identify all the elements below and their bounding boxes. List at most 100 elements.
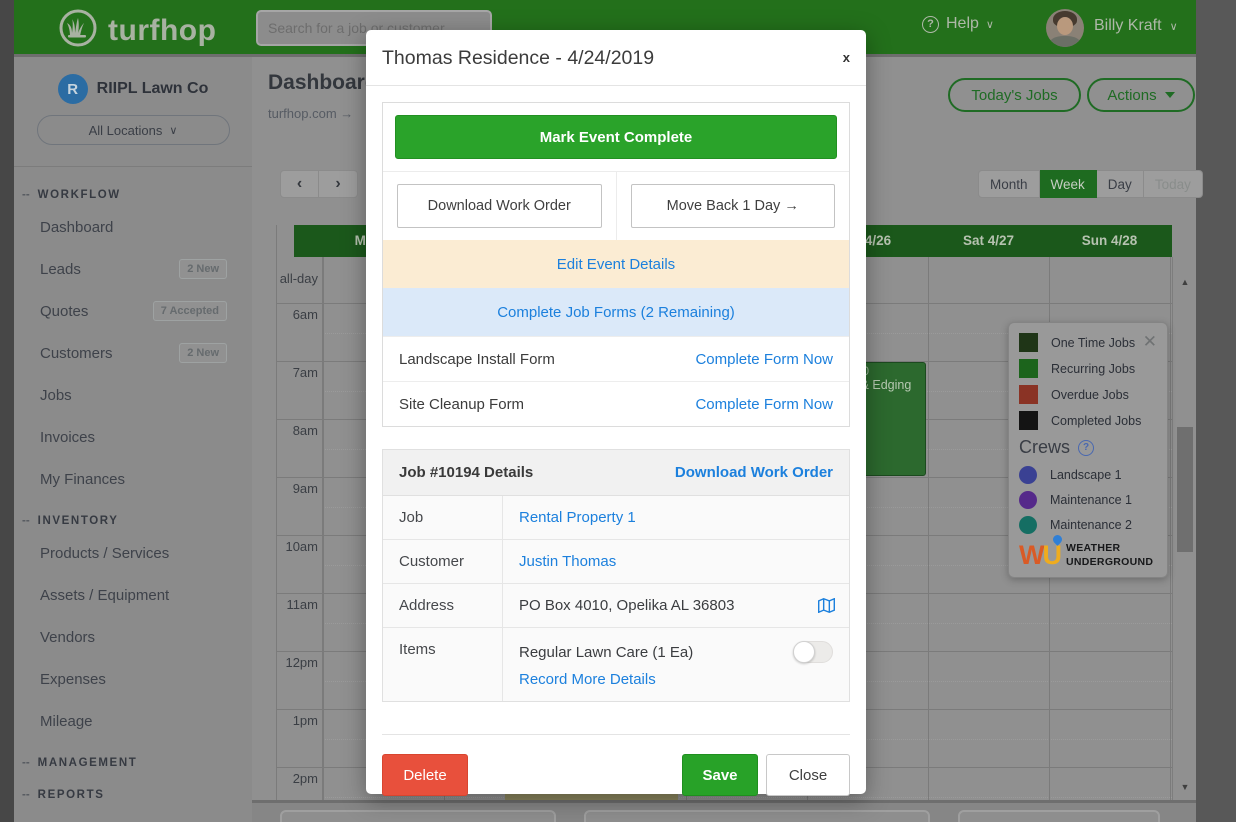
page-left-margin (0, 0, 14, 822)
download-work-order-link[interactable]: Download Work Order (675, 464, 833, 481)
crews-title: Crews? (1019, 437, 1167, 458)
next-week-button[interactable]: › (319, 170, 358, 198)
section-management[interactable]: --MANAGEMENT (14, 743, 252, 775)
scroll-up-icon[interactable]: ▲ (1173, 277, 1197, 287)
sidebar-item-invoices[interactable]: Invoices (14, 417, 252, 459)
bottom-panel (252, 803, 1196, 822)
sidebar-item-expenses[interactable]: Expenses (14, 659, 252, 701)
bottom-slot-box (584, 810, 930, 822)
help-label: Help (946, 15, 979, 33)
item-value: Regular Lawn Care (1 Ea) (519, 644, 693, 661)
location-selector[interactable]: All Locations ∨ (37, 115, 230, 145)
maintenance-2-dot (1019, 516, 1037, 534)
company-avatar: R (58, 74, 88, 104)
job-form-row: Landscape Install Form Complete Form Now (383, 336, 849, 381)
customers-badge: 2 New (179, 343, 227, 363)
toggle-knob (793, 641, 815, 663)
job-form-row: Site Cleanup Form Complete Form Now (383, 381, 849, 426)
todays-jobs-button[interactable]: Today's Jobs (948, 78, 1081, 112)
crews-help-icon[interactable]: ? (1078, 440, 1094, 456)
view-month-button[interactable]: Month (978, 170, 1040, 198)
help-menu[interactable]: ? Help ∨ (922, 15, 994, 33)
bottom-slot-box (280, 810, 556, 822)
company-name: RIIPL Lawn Co (97, 80, 209, 98)
section-inventory: --INVENTORY (14, 501, 252, 533)
user-menu[interactable]: Billy Kraft ∨ (1094, 17, 1178, 35)
crew-item: Landscape 1 (1019, 466, 1167, 484)
sidebar-item-quotes[interactable]: Quotes7 Accepted (14, 291, 252, 333)
table-row-customer: Customer Justin Thomas (383, 540, 849, 584)
job-link[interactable]: Rental Property 1 (519, 509, 636, 526)
calendar-scrollbar[interactable]: ▲ ▼ (1172, 257, 1196, 800)
sidebar-item-vendors[interactable]: Vendors (14, 617, 252, 659)
section-reports[interactable]: --REPORTS (14, 775, 252, 807)
calendar-nav: ‹ › (280, 170, 358, 198)
form-name: Site Cleanup Form (399, 396, 524, 413)
table-row-address: Address PO Box 4010, Opelika AL 36803 (383, 584, 849, 628)
legend-item: Overdue Jobs (1019, 385, 1167, 404)
sidebar-item-my-finances[interactable]: My Finances (14, 459, 252, 501)
location-selector-label: All Locations (89, 123, 163, 138)
record-more-details-link[interactable]: Record More Details (519, 671, 656, 688)
sidebar-item-jobs[interactable]: Jobs (14, 375, 252, 417)
wu-mark-icon: WU (1019, 542, 1060, 569)
item-toggle[interactable] (793, 641, 833, 663)
brand-name: turfhop (108, 14, 216, 48)
sidebar-item-leads[interactable]: Leads2 New (14, 249, 252, 291)
modal-close-icon[interactable]: x (843, 50, 850, 65)
one-time-jobs-swatch (1019, 333, 1038, 352)
all-day-label: all-day (276, 271, 318, 286)
view-week-button[interactable]: Week (1040, 170, 1097, 198)
view-today-button[interactable]: Today (1144, 170, 1203, 198)
form-name: Landscape Install Form (399, 351, 555, 368)
brand-logo[interactable]: turfhop (58, 8, 216, 53)
sidebar-item-dashboard[interactable]: Dashboard (14, 207, 252, 249)
chevron-down-icon: ∨ (1170, 20, 1178, 33)
user-name: Billy Kraft (1094, 17, 1162, 35)
actions-button[interactable]: Actions (1087, 78, 1195, 112)
scrollbar-thumb[interactable] (1177, 427, 1193, 552)
day-header-sat[interactable]: Sat 4/27 (928, 225, 1049, 257)
scroll-down-icon[interactable]: ▼ (1173, 782, 1197, 792)
legend-item: Recurring Jobs (1019, 359, 1167, 378)
delete-button[interactable]: Delete (382, 754, 468, 796)
address-value: PO Box 4010, Opelika AL 36803 (519, 597, 734, 614)
complete-form-now-link[interactable]: Complete Form Now (695, 351, 833, 368)
quotes-badge: 7 Accepted (153, 301, 227, 321)
complete-job-forms-link[interactable]: Complete Job Forms (2 Remaining) (497, 304, 735, 321)
turfhop-grass-icon (58, 8, 98, 53)
completed-jobs-swatch (1019, 411, 1038, 430)
legend-card: ✕ One Time Jobs Recurring Jobs Overdue J… (1008, 322, 1168, 578)
download-work-order-button[interactable]: Download Work Order (397, 184, 602, 228)
company-header[interactable]: R RIIPL Lawn Co (14, 74, 252, 104)
grid-column-line (323, 257, 324, 800)
overdue-jobs-swatch (1019, 385, 1038, 404)
calendar-view-switcher: Month Week Day Today (978, 170, 1203, 198)
recurring-jobs-swatch (1019, 359, 1038, 378)
edit-event-details-link[interactable]: Edit Event Details (557, 256, 675, 273)
mark-event-complete-button[interactable]: Mark Event Complete (395, 115, 837, 159)
view-day-button[interactable]: Day (1097, 170, 1144, 198)
leads-badge: 2 New (179, 259, 227, 279)
avatar-face (1057, 17, 1073, 35)
help-question-icon: ? (922, 16, 939, 33)
legend-item: Completed Jobs (1019, 411, 1167, 430)
save-button[interactable]: Save (682, 754, 758, 796)
breadcrumb[interactable]: turfhop.com → (268, 106, 353, 121)
map-icon[interactable] (818, 598, 835, 617)
page-title: Dashboard (268, 71, 378, 95)
close-button[interactable]: Close (766, 754, 850, 796)
modal-title: Thomas Residence - 4/24/2019 (382, 47, 654, 69)
customer-link[interactable]: Justin Thomas (519, 553, 616, 570)
sidebar-item-products-services[interactable]: Products / Services (14, 533, 252, 575)
day-header-sun[interactable]: Sun 4/28 (1049, 225, 1170, 257)
prev-week-button[interactable]: ‹ (280, 170, 319, 198)
user-avatar[interactable] (1046, 9, 1084, 47)
legend-close-icon[interactable]: ✕ (1143, 333, 1157, 350)
complete-form-now-link[interactable]: Complete Form Now (695, 396, 833, 413)
sidebar-item-customers[interactable]: Customers2 New (14, 333, 252, 375)
sidebar-item-assets-equipment[interactable]: Assets / Equipment (14, 575, 252, 617)
move-back-1-day-button[interactable]: Move Back 1 Day → (631, 184, 836, 228)
crew-item: Maintenance 2 (1019, 516, 1167, 534)
sidebar-item-mileage[interactable]: Mileage (14, 701, 252, 743)
